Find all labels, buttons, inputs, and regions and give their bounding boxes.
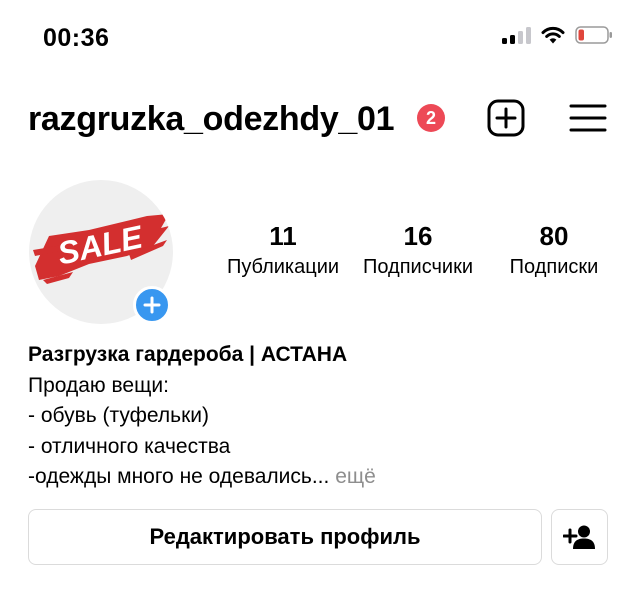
stat-followers-label: Подписчики <box>362 256 474 278</box>
profile-username[interactable]: razgruzka_odezhdy_01 <box>28 100 395 139</box>
status-icons <box>502 26 613 44</box>
svg-text:SALE: SALE <box>54 218 147 271</box>
status-time: 00:36 <box>43 24 110 52</box>
bio-more-link[interactable]: ещё <box>335 465 376 488</box>
stat-posts-value: 11 <box>269 221 297 251</box>
stat-followers-value: 16 <box>403 221 433 251</box>
stat-following-value: 80 <box>539 221 569 251</box>
add-post-button[interactable] <box>485 98 527 138</box>
add-post-icon <box>487 99 525 137</box>
edit-profile-button[interactable]: Редактировать профиль <box>28 509 542 565</box>
stat-following[interactable]: 80 Подписки <box>496 222 612 280</box>
stat-followers[interactable]: 16 Подписчики <box>358 222 478 280</box>
stat-posts[interactable]: 11 Публикации <box>222 222 344 280</box>
menu-icon <box>569 104 607 132</box>
plus-icon <box>143 296 161 314</box>
cellular-signal-icon <box>502 26 531 44</box>
profile-bio: Разгрузка гардероба | АСТАНА Продаю вещи… <box>28 340 376 493</box>
wifi-icon <box>541 26 565 44</box>
battery-low-icon <box>575 26 612 44</box>
discover-people-button[interactable] <box>551 509 608 565</box>
bio-line: -одежды много не одевались... <box>28 465 330 488</box>
bio-line-last: -одежды много не одевались... ещё <box>28 462 376 493</box>
add-story-button[interactable] <box>133 286 171 324</box>
bio-line: - отличного качества <box>28 434 231 458</box>
stat-following-label: Подписки <box>509 256 599 278</box>
stat-posts-label: Публикации <box>226 256 340 278</box>
profile-display-name: Разгрузка гардероба | АСТАНА <box>28 343 348 366</box>
notification-badge[interactable]: 2 <box>417 104 445 132</box>
add-person-icon <box>562 525 595 549</box>
bio-line: Продаю вещи: <box>28 373 169 397</box>
menu-button[interactable] <box>567 98 609 138</box>
bio-line: - обувь (туфельки) <box>28 404 209 427</box>
